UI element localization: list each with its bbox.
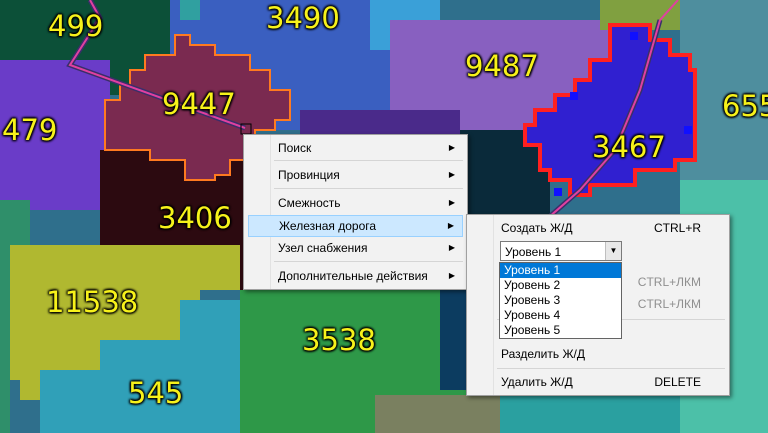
province-id-label: 3467 — [592, 130, 666, 164]
menu-item-province[interactable]: Провинция ▶ — [248, 164, 463, 186]
province-id-label: 3490 — [266, 1, 340, 35]
submenu-arrow-icon: ▶ — [448, 243, 455, 252]
submenu-arrow-icon: ▶ — [448, 271, 455, 280]
province-id-label: 9487 — [465, 49, 539, 83]
province-id-label: 545 — [128, 376, 184, 410]
level-option[interactable]: Уровень 5 — [500, 323, 621, 338]
province-id-label: 655 — [722, 89, 768, 123]
province-id-label: 11538 — [46, 285, 139, 319]
menu-item-search[interactable]: Поиск ▶ — [248, 137, 463, 159]
province-id-label: 3406 — [158, 201, 232, 235]
level-option[interactable]: Уровень 3 — [500, 293, 621, 308]
menu-item-supply-node[interactable]: Узел снабжения ▶ — [248, 237, 463, 259]
context-menu: Поиск ▶ Провинция ▶ Смежность ▶ Железная… — [243, 134, 468, 290]
menu-item-railway[interactable]: Железная дорога ▶ — [248, 215, 463, 237]
railway-level-dropdown: Уровень 1 Уровень 2 Уровень 3 Уровень 4 … — [499, 262, 622, 339]
level-option[interactable]: Уровень 4 — [500, 308, 621, 323]
province-id-label: 479 — [2, 113, 58, 147]
level-option[interactable]: Уровень 2 — [500, 278, 621, 293]
create-railway-item[interactable]: Создать Ж/Д CTRL+R — [471, 217, 725, 239]
level-option[interactable]: Уровень 1 — [500, 263, 621, 278]
railway-level-select[interactable]: Уровень 1 ▼ — [500, 241, 622, 261]
delete-railway-item[interactable]: Удалить Ж/Д DELETE — [471, 371, 725, 393]
split-railway-item[interactable]: Разделить Ж/Д — [471, 343, 725, 365]
chevron-down-icon[interactable]: ▼ — [605, 242, 621, 260]
province-id-label: 499 — [48, 9, 104, 43]
submenu-arrow-icon: ▶ — [448, 143, 455, 152]
submenu-arrow-icon: ▶ — [448, 198, 455, 207]
menu-item-adjacency[interactable]: Смежность ▶ — [248, 192, 463, 214]
submenu-arrow-icon: ▶ — [448, 170, 455, 179]
province-id-label: 3538 — [302, 323, 376, 357]
submenu-arrow-icon: ▶ — [447, 221, 454, 230]
province-id-label: 9447 — [162, 87, 236, 121]
menu-item-additional-actions[interactable]: Дополнительные действия ▶ — [248, 265, 463, 287]
